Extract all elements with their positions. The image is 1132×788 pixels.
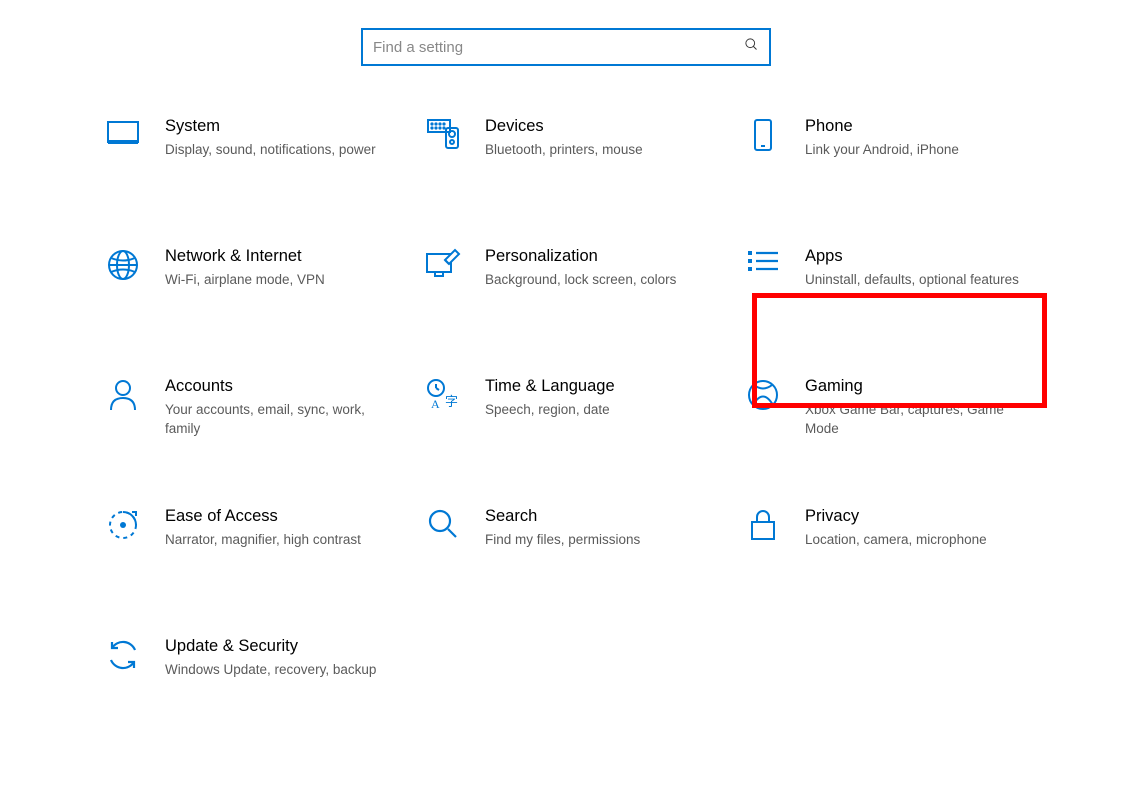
personalization-icon [425,248,461,284]
system-icon [105,118,141,154]
tile-time-text: Time & Language Speech, region, date [485,376,633,420]
tile-time-desc: Speech, region, date [485,401,615,419]
tile-update-security[interactable]: Update & Security Windows Update, recove… [105,626,425,690]
tile-phone[interactable]: Phone Link your Android, iPhone [745,106,1065,170]
tile-time-language[interactable]: A 字 Time & Language Speech, region, date [425,366,745,430]
time-language-icon: A 字 [425,378,461,414]
tile-network-title: Network & Internet [165,246,325,267]
tile-privacy-desc: Location, camera, microphone [805,531,987,549]
tile-devices[interactable]: Devices Bluetooth, printers, mouse [425,106,745,170]
tile-personalization-text: Personalization Background, lock screen,… [485,246,694,290]
tile-ease-text: Ease of Access Narrator, magnifier, high… [165,506,379,550]
phone-icon [745,118,781,154]
magnifier-icon [425,508,461,544]
tile-accounts-desc: Your accounts, email, sync, work, family [165,401,397,437]
settings-home: System Display, sound, notifications, po… [0,28,1132,734]
tile-system-desc: Display, sound, notifications, power [165,141,376,159]
tile-system-text: System Display, sound, notifications, po… [165,116,394,160]
tile-phone-desc: Link your Android, iPhone [805,141,959,159]
tile-system-title: System [165,116,376,137]
tile-phone-text: Phone Link your Android, iPhone [805,116,977,160]
sync-icon [105,638,141,674]
search-input[interactable] [361,28,771,66]
tile-personalization-desc: Background, lock screen, colors [485,271,676,289]
devices-icon [425,118,461,154]
row-4: Ease of Access Narrator, magnifier, high… [105,496,1065,604]
tile-search-title: Search [485,506,640,527]
tile-devices-title: Devices [485,116,643,137]
xbox-icon [745,378,781,414]
globe-icon [105,248,141,284]
tile-search-text: Search Find my files, permissions [485,506,658,550]
tile-search[interactable]: Search Find my files, permissions [425,496,745,560]
tile-network-text: Network & Internet Wi-Fi, airplane mode,… [165,246,343,290]
tile-gaming-text: Gaming Xbox Game Bar, captures, Game Mod… [805,376,1055,438]
tile-apps-title: Apps [805,246,1019,267]
tile-gaming-desc: Xbox Game Bar, captures, Game Mode [805,401,1037,437]
tile-apps-text: Apps Uninstall, defaults, optional featu… [805,246,1037,290]
svg-text:字: 字 [445,394,458,409]
tile-personalization-title: Personalization [485,246,676,267]
row-5: Update & Security Windows Update, recove… [105,626,1065,734]
tile-personalization[interactable]: Personalization Background, lock screen,… [425,236,745,300]
tile-ease-title: Ease of Access [165,506,361,527]
tile-update-desc: Windows Update, recovery, backup [165,661,376,679]
person-icon [105,378,141,414]
tile-privacy-title: Privacy [805,506,987,527]
tile-devices-text: Devices Bluetooth, printers, mouse [485,116,661,160]
tile-privacy-text: Privacy Location, camera, microphone [805,506,1005,550]
row-3: Accounts Your accounts, email, sync, wor… [105,366,1065,474]
apps-icon [745,248,781,284]
tile-apps[interactable]: Apps Uninstall, defaults, optional featu… [745,236,1065,300]
ease-of-access-icon [105,508,141,544]
row-2: Network & Internet Wi-Fi, airplane mode,… [105,236,1065,344]
tile-privacy[interactable]: Privacy Location, camera, microphone [745,496,1065,560]
tile-network-desc: Wi-Fi, airplane mode, VPN [165,271,325,289]
tile-phone-title: Phone [805,116,959,137]
svg-text:A: A [431,397,440,411]
lock-icon [745,508,781,544]
tile-accounts[interactable]: Accounts Your accounts, email, sync, wor… [105,366,425,448]
tile-accounts-text: Accounts Your accounts, email, sync, wor… [165,376,415,438]
categories-grid: System Display, sound, notifications, po… [105,106,1065,734]
tile-update-title: Update & Security [165,636,376,657]
tile-update-text: Update & Security Windows Update, recove… [165,636,394,680]
tile-ease-desc: Narrator, magnifier, high contrast [165,531,361,549]
tile-devices-desc: Bluetooth, printers, mouse [485,141,643,159]
tile-apps-desc: Uninstall, defaults, optional features [805,271,1019,289]
search-box-wrap [361,28,771,66]
row-1: System Display, sound, notifications, po… [105,106,1065,214]
tile-gaming[interactable]: Gaming Xbox Game Bar, captures, Game Mod… [745,366,1065,448]
tile-system[interactable]: System Display, sound, notifications, po… [105,106,425,170]
tile-gaming-title: Gaming [805,376,1037,397]
tile-search-desc: Find my files, permissions [485,531,640,549]
tile-ease-of-access[interactable]: Ease of Access Narrator, magnifier, high… [105,496,425,560]
tile-time-title: Time & Language [485,376,615,397]
tile-accounts-title: Accounts [165,376,397,397]
tile-network[interactable]: Network & Internet Wi-Fi, airplane mode,… [105,236,425,300]
